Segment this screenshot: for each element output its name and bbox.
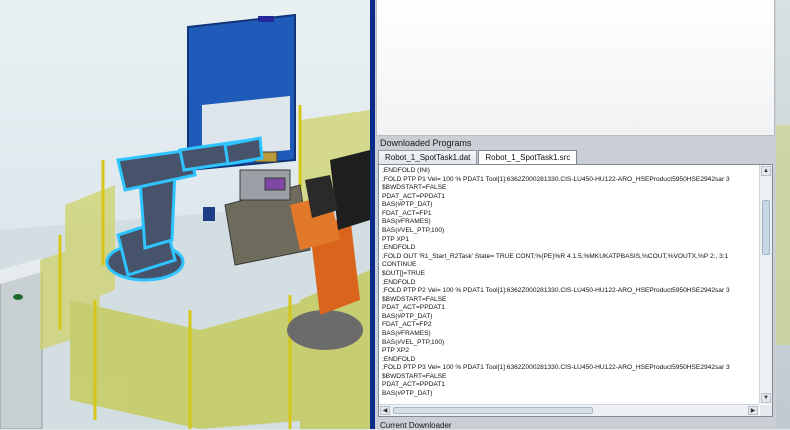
- code-line[interactable]: BAS(#FRAMES): [382, 330, 758, 339]
- code-line[interactable]: ;FOLD OUT 'R1_Start_R2Task' State= TRUE …: [382, 253, 758, 262]
- program-code-editor[interactable]: ;ENDFOLD (INI) ;FOLD PTP P1 Vel= 100 % PD…: [378, 164, 773, 417]
- preview-panel: [376, 0, 775, 136]
- vertical-scroll-thumb[interactable]: [762, 200, 770, 255]
- code-line[interactable]: BAS(#PTP_DAT): [382, 390, 758, 399]
- scroll-up-icon[interactable]: ▲: [761, 166, 771, 176]
- horizontal-scrollbar[interactable]: ◀ ▶: [379, 404, 759, 416]
- code-line[interactable]: ;FOLD PTP P2 Vel= 100 % PDAT1 Tool[1]:63…: [382, 287, 758, 296]
- code-line[interactable]: FDAT_ACT=FP1: [382, 210, 758, 219]
- control-cabinet: [0, 258, 43, 429]
- code-line[interactable]: CONTINUE: [382, 261, 758, 270]
- code-line[interactable]: ;ENDFOLD: [382, 356, 758, 365]
- horizontal-scroll-thumb[interactable]: [393, 407, 593, 414]
- code-line[interactable]: ;ENDFOLD: [382, 279, 758, 288]
- code-line[interactable]: ;FOLD PTP P1 Vel= 100 % PDAT1 Tool[1]:63…: [382, 176, 758, 185]
- code-line[interactable]: ;ENDFOLD (INI): [382, 167, 758, 176]
- viewport-edge: [776, 0, 790, 429]
- code-line[interactable]: $BWDSTART=FALSE: [382, 296, 758, 305]
- code-line[interactable]: BAS(#FRAMES): [382, 218, 758, 227]
- scroll-left-icon[interactable]: ◀: [380, 406, 390, 415]
- program-tabs: Robot_1_SpotTask1.dat Robot_1_SpotTask1.…: [378, 150, 578, 167]
- 3d-viewport[interactable]: [0, 0, 370, 429]
- scroll-down-icon[interactable]: ▼: [761, 393, 771, 403]
- code-line[interactable]: ;ENDFOLD: [382, 244, 758, 253]
- code-line[interactable]: BAS(#VEL_PTP,100): [382, 227, 758, 236]
- vertical-scrollbar[interactable]: ▲ ▼: [759, 165, 772, 404]
- scroll-right-icon[interactable]: ▶: [748, 406, 758, 415]
- code-line[interactable]: BAS(#PTP_DAT): [382, 313, 758, 322]
- code-line[interactable]: BAS(#VEL_PTP,100): [382, 339, 758, 348]
- code-line[interactable]: PTP XP1: [382, 236, 758, 245]
- scroll-corner: [760, 405, 772, 416]
- code-line[interactable]: PDAT_ACT=PPDAT1: [382, 193, 758, 202]
- code-line[interactable]: FDAT_ACT=FP2: [382, 321, 758, 330]
- code-line[interactable]: $BWDSTART=FALSE: [382, 184, 758, 193]
- code-line[interactable]: $BWDSTART=FALSE: [382, 373, 758, 382]
- code-line[interactable]: PDAT_ACT=PPDAT1: [382, 304, 758, 313]
- code-line[interactable]: PTP XP2: [382, 347, 758, 356]
- downloaded-programs-title: Downloaded Programs: [380, 138, 472, 148]
- robot-cell-scene: [0, 13, 370, 429]
- code-line[interactable]: ;FOLD PTP P3 Vel= 100 % PDAT1 Tool[1]:63…: [382, 364, 758, 373]
- code-lines[interactable]: ;ENDFOLD (INI) ;FOLD PTP P1 Vel= 100 % PD…: [382, 167, 758, 400]
- code-line[interactable]: BAS(#PTP_DAT): [382, 201, 758, 210]
- code-line[interactable]: PDAT_ACT=PPDAT1: [382, 381, 758, 390]
- code-line[interactable]: $OUT[]=TRUE: [382, 270, 758, 279]
